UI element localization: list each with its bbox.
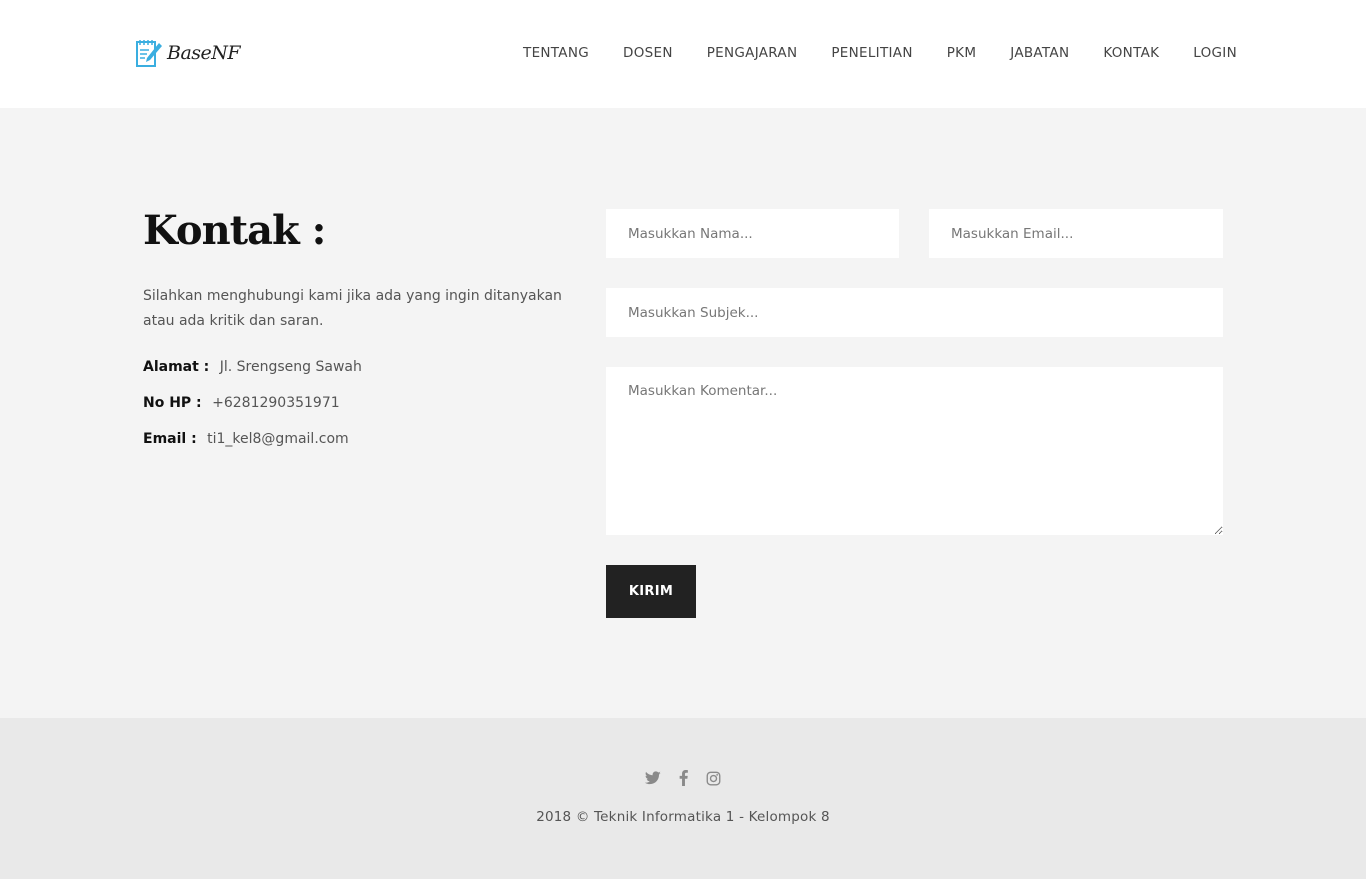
contact-info: Kontak : Silahkan menghubungi kami jika … <box>143 206 583 449</box>
email-input[interactable] <box>929 209 1223 258</box>
contact-section: Kontak : Silahkan menghubungi kami jika … <box>0 108 1366 718</box>
facebook-icon[interactable] <box>668 769 698 787</box>
contact-description: Silahkan menghubungi kami jika ada yang … <box>143 288 562 329</box>
instagram-icon[interactable] <box>698 769 728 787</box>
nav-item-kontak[interactable]: KONTAK <box>1103 45 1159 61</box>
nav-item-pkm[interactable]: PKM <box>947 45 977 61</box>
main-nav: TENTANG DOSEN PENGAJARAN PENELITIAN PKM … <box>523 45 1237 61</box>
nav-item-jabatan[interactable]: JABATAN <box>1010 45 1069 61</box>
email-value: ti1_kel8@gmail.com <box>207 431 349 447</box>
phone-value: +6281290351971 <box>212 395 340 411</box>
phone-label: No HP : <box>143 395 202 411</box>
subject-input[interactable] <box>606 288 1223 337</box>
social-links <box>0 769 1366 787</box>
site-header: BaseNF TENTANG DOSEN PENGAJARAN PENELITI… <box>0 0 1366 108</box>
nav-item-tentang[interactable]: TENTANG <box>523 45 589 61</box>
nav-item-dosen[interactable]: DOSEN <box>623 45 673 61</box>
page-title: Kontak : <box>143 207 326 254</box>
send-button[interactable]: KIRIM <box>606 565 696 618</box>
site-footer: 2018 © Teknik Informatika 1 - Kelompok 8 <box>0 718 1366 879</box>
logo-text: BaseNF <box>167 42 241 64</box>
twitter-icon[interactable] <box>638 769 668 787</box>
phone-row: No HP : +6281290351971 <box>143 393 583 413</box>
address-row: Alamat : Jl. Srengseng Sawah <box>143 357 583 377</box>
name-input[interactable] <box>606 209 899 258</box>
copyright-text: 2018 © Teknik Informatika 1 - Kelompok 8 <box>536 809 830 825</box>
address-value: Jl. Srengseng Sawah <box>219 359 362 375</box>
nav-item-penelitian[interactable]: PENELITIAN <box>831 45 912 61</box>
logo[interactable]: BaseNF <box>135 37 241 69</box>
nav-item-pengajaran[interactable]: PENGAJARAN <box>707 45 798 61</box>
notepad-pen-icon <box>135 37 163 69</box>
email-label: Email : <box>143 431 197 447</box>
nav-item-login[interactable]: LOGIN <box>1193 45 1237 61</box>
comment-textarea[interactable] <box>606 367 1223 535</box>
address-label: Alamat : <box>143 359 210 375</box>
email-row: Email : ti1_kel8@gmail.com <box>143 429 583 449</box>
